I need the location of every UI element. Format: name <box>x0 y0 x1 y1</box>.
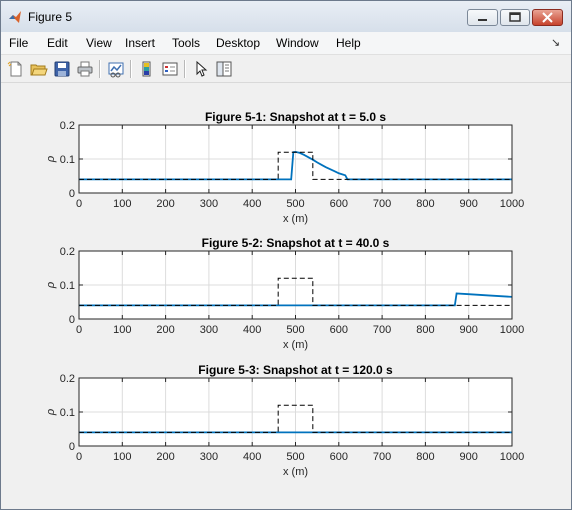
colorbar-icon[interactable] <box>138 60 156 78</box>
y-axis-label: ρ <box>45 282 57 289</box>
toolbar-separator <box>184 60 186 78</box>
x-tick-label: 600 <box>330 324 348 336</box>
y-tick-label: 0.2 <box>60 246 75 258</box>
y-axis-label: ρ <box>45 156 57 163</box>
save-icon[interactable] <box>53 60 71 78</box>
x-tick-label: 900 <box>460 451 478 463</box>
y-tick-label: 0.1 <box>60 407 75 419</box>
x-tick-label: 500 <box>286 324 304 336</box>
chart-title: Figure 5-2: Snapshot at t = 40.0 s <box>202 236 390 250</box>
plots-svg: 0 100 200 300 400 500 600 700 800 900 100000.10.2F… <box>45 110 524 478</box>
menu-edit[interactable]: Edit <box>47 36 68 50</box>
window-title: Figure 5 <box>28 10 73 24</box>
x-tick-label: 100 <box>113 324 131 336</box>
figure-canvas: 0 100 200 300 400 500 600 700 800 900 1000 0 0.1 0.2 F… <box>7 87 565 503</box>
minimize-button[interactable] <box>467 9 498 26</box>
dock-arrow-icon[interactable]: ↘ <box>551 36 560 49</box>
x-tick-label: 900 <box>460 324 478 336</box>
x-tick-label: 400 <box>243 451 261 463</box>
menu-help[interactable]: Help <box>336 36 361 50</box>
x-tick-label: 600 <box>330 198 348 210</box>
x-tick-label: 100 <box>113 198 131 210</box>
x-tick-label: 200 <box>156 198 174 210</box>
y-tick-label: 0.2 <box>60 120 75 132</box>
x-tick-label: 0 <box>76 324 82 336</box>
x-axis-label: x (m) <box>283 213 308 225</box>
new-figure-icon[interactable] <box>7 60 25 78</box>
x-tick-label: 700 <box>373 198 391 210</box>
x-tick-label: 800 <box>416 324 434 336</box>
x-tick-label: 300 <box>200 451 218 463</box>
x-tick-label: 500 <box>286 451 304 463</box>
x-tick-label: 700 <box>373 451 391 463</box>
menu-window[interactable]: Window <box>276 36 319 50</box>
x-tick-label: 300 <box>200 198 218 210</box>
x-tick-label: 0 <box>76 451 82 463</box>
y-tick-label: 0.1 <box>60 154 75 166</box>
menu-view[interactable]: View <box>86 36 112 50</box>
menu-insert[interactable]: Insert <box>125 36 155 50</box>
menu-tools[interactable]: Tools <box>172 36 200 50</box>
select-arrow-icon[interactable] <box>192 60 210 78</box>
x-tick-label: 400 <box>243 324 261 336</box>
x-tick-label: 400 <box>243 198 261 210</box>
x-tick-label: 1000 <box>500 451 524 463</box>
x-tick-label: 1000 <box>500 324 524 336</box>
figure-toolbar <box>1 55 571 83</box>
x-tick-label: 200 <box>156 451 174 463</box>
chart-title: Figure 5-1: Snapshot at t = 5.0 s <box>205 110 386 124</box>
x-axis-label: x (m) <box>283 339 308 351</box>
maximize-button[interactable] <box>500 9 530 26</box>
toolbar-separator <box>99 60 101 78</box>
x-tick-label: 700 <box>373 324 391 336</box>
x-axis-label: x (m) <box>283 466 308 478</box>
legend-icon[interactable] <box>161 60 179 78</box>
chart-title: Figure 5-3: Snapshot at t = 120.0 s <box>198 363 393 377</box>
x-tick-label: 0 <box>76 198 82 210</box>
y-tick-label: 0 <box>69 314 75 326</box>
menu-bar: File Edit View Insert Tools Desktop Wind… <box>1 32 571 55</box>
x-tick-label: 900 <box>460 198 478 210</box>
toolbar-separator <box>130 60 132 78</box>
y-axis-label: ρ <box>45 409 57 416</box>
menu-desktop[interactable]: Desktop <box>216 36 260 50</box>
y-tick-label: 0 <box>69 441 75 453</box>
menu-file[interactable]: File <box>9 36 28 50</box>
x-tick-label: 800 <box>416 451 434 463</box>
minimize-icon <box>478 19 487 21</box>
close-icon <box>542 12 553 23</box>
x-tick-label: 1000 <box>500 198 524 210</box>
y-tick-label: 0 <box>69 188 75 200</box>
x-tick-label: 800 <box>416 198 434 210</box>
print-icon[interactable] <box>76 60 94 78</box>
y-tick-label: 0.1 <box>60 280 75 292</box>
link-plot-icon[interactable] <box>107 60 125 78</box>
open-file-icon[interactable] <box>30 60 48 78</box>
x-tick-label: 100 <box>113 451 131 463</box>
property-editor-icon[interactable] <box>215 60 233 78</box>
x-tick-label: 200 <box>156 324 174 336</box>
x-tick-label: 500 <box>286 198 304 210</box>
y-tick-label: 0.2 <box>60 373 75 385</box>
title-bar[interactable]: Figure 5 <box>1 1 571 32</box>
figure-window: Figure 5 File Edit View Insert Tools Des… <box>0 0 572 510</box>
maximize-icon <box>509 12 521 22</box>
close-button[interactable] <box>532 9 563 26</box>
x-tick-label: 300 <box>200 324 218 336</box>
x-tick-label: 600 <box>330 451 348 463</box>
matlab-logo-icon <box>9 11 21 23</box>
